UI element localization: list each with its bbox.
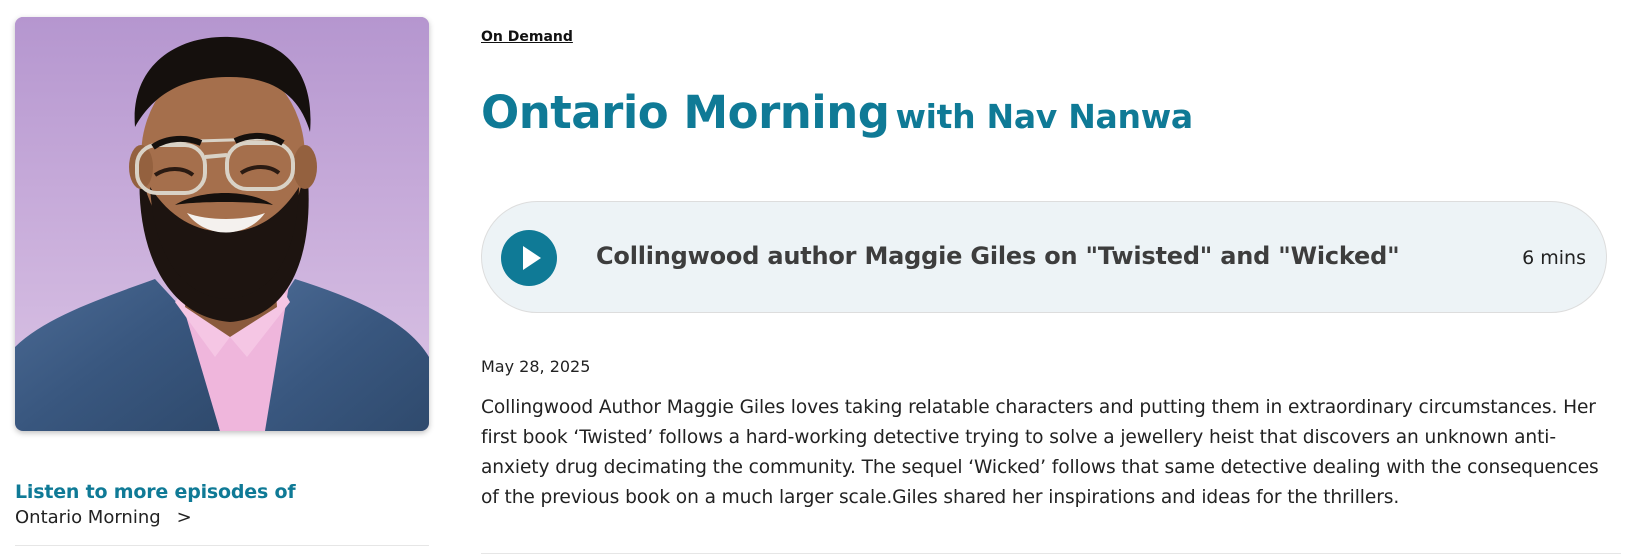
- play-button[interactable]: [501, 230, 557, 286]
- show-host: with Nav Nanwa: [895, 97, 1193, 136]
- sidebar-divider: [15, 545, 429, 546]
- show-sidebar: Listen to more episodes of Ontario Morni…: [15, 17, 429, 528]
- play-icon: [523, 246, 541, 270]
- episode-duration: 6 mins: [1522, 247, 1586, 269]
- episode-description: Collingwood Author Maggie Giles loves ta…: [481, 397, 1599, 508]
- page-title: Ontario Morning with Nav Nanwa: [481, 86, 1193, 139]
- host-portrait: [15, 17, 429, 431]
- show-title: Ontario Morning: [481, 86, 890, 139]
- show-page-link-label: Ontario Morning: [15, 507, 161, 528]
- chevron-right-icon: >: [176, 507, 192, 528]
- host-portrait-illustration: [15, 17, 429, 431]
- episode-page: Listen to more episodes of Ontario Morni…: [0, 0, 1640, 560]
- episode-date: May 28, 2025: [481, 357, 591, 376]
- content-divider: [481, 553, 1621, 554]
- breadcrumb-on-demand[interactable]: On Demand: [481, 29, 573, 45]
- more-episodes-block: Listen to more episodes of Ontario Morni…: [15, 479, 429, 531]
- audio-player: Collingwood author Maggie Giles on "Twis…: [481, 201, 1607, 313]
- more-episodes-heading: Listen to more episodes of: [15, 481, 296, 503]
- show-page-link[interactable]: Ontario Morning >: [15, 505, 192, 531]
- episode-title: Collingwood author Maggie Giles on "Twis…: [596, 242, 1400, 270]
